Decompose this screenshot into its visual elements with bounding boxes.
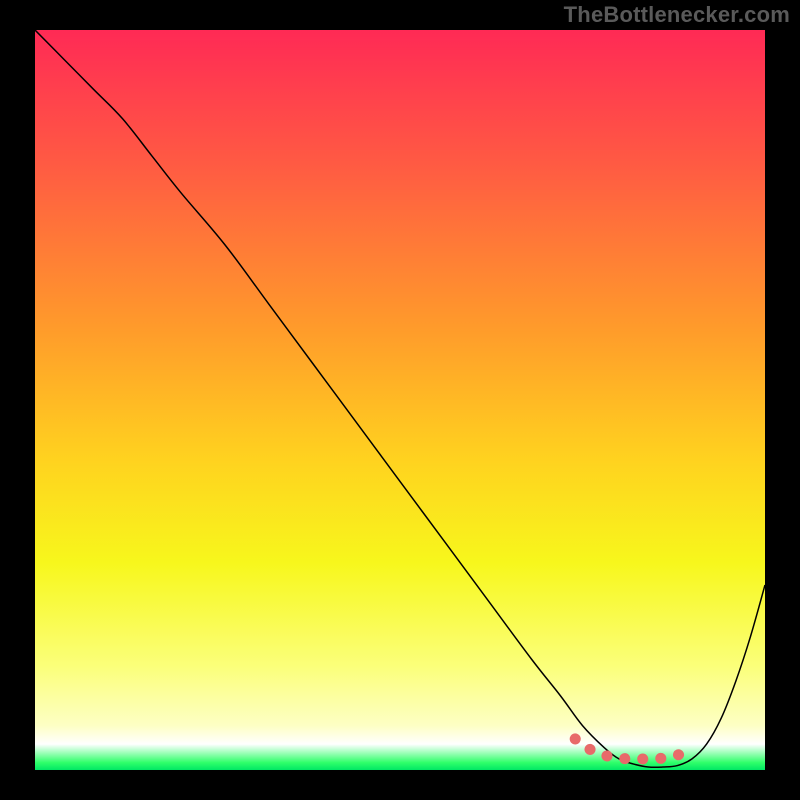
watermark-text: TheBottlenecker.com bbox=[564, 2, 790, 28]
plot-area bbox=[35, 30, 765, 770]
gradient-background bbox=[35, 30, 765, 770]
plot-svg bbox=[35, 30, 765, 770]
chart-frame: TheBottlenecker.com bbox=[0, 0, 800, 800]
